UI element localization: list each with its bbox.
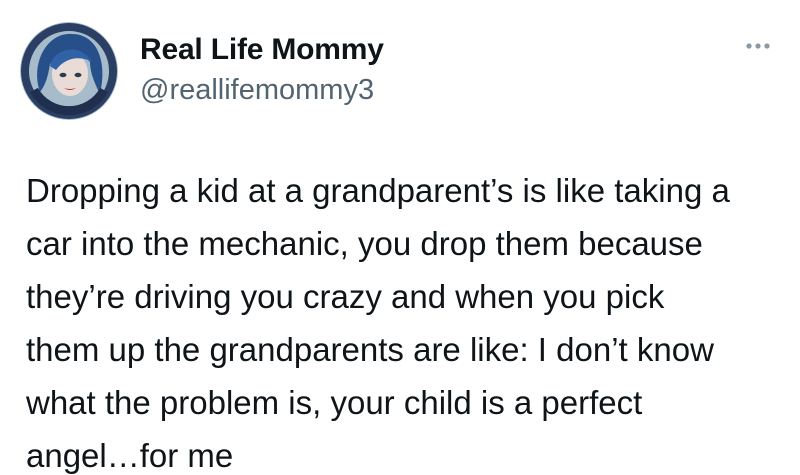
author-handle[interactable]: @reallifemommy3 <box>140 72 384 108</box>
avatar[interactable] <box>20 22 118 120</box>
tweet-card: Real Life Mommy @reallifemommy3 Dropping… <box>0 0 800 475</box>
tweet-text: Dropping a kid at a grandparent’s is lik… <box>26 172 730 474</box>
more-options-icon <box>746 43 770 49</box>
author-names: Real Life Mommy @reallifemommy3 <box>140 32 384 108</box>
cartoon-woman-avatar-icon <box>20 22 118 120</box>
more-options-button[interactable] <box>738 36 778 56</box>
author-display-name[interactable]: Real Life Mommy <box>140 32 384 68</box>
